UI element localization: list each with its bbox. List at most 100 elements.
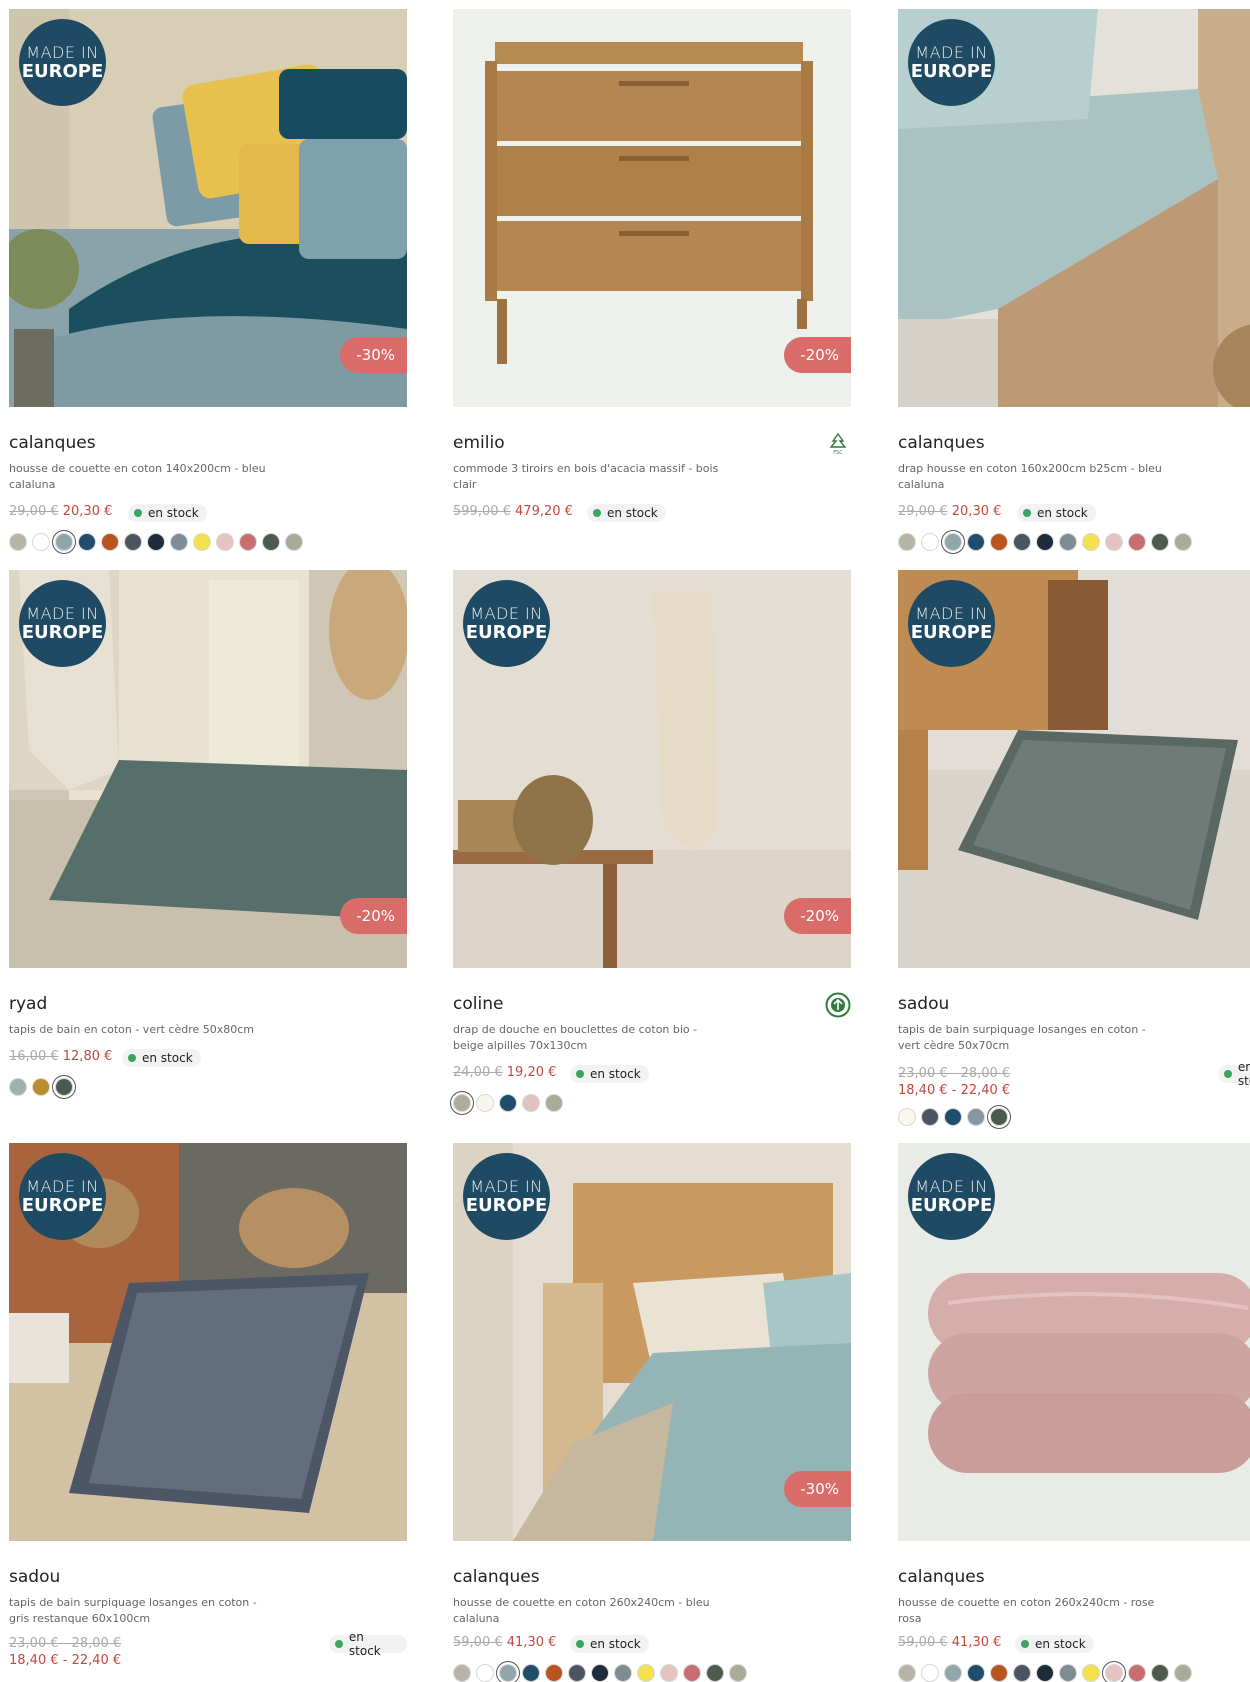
color-swatch[interactable] (614, 1664, 632, 1682)
color-swatch[interactable] (990, 1108, 1008, 1126)
color-swatch[interactable] (990, 533, 1008, 551)
color-swatch[interactable] (545, 1664, 563, 1682)
product-card[interactable]: -20% emilio FSC commode 3 tiroirs en boi… (453, 9, 851, 522)
color-swatch[interactable] (944, 1108, 962, 1126)
color-swatch[interactable] (55, 1078, 73, 1096)
color-swatch[interactable] (32, 1078, 50, 1096)
product-image[interactable]: MADE IN EUROPE (9, 1143, 407, 1541)
product-description: drap de douche en bouclettes de coton bi… (453, 1023, 698, 1052)
color-swatch[interactable] (967, 533, 985, 551)
product-name[interactable]: sadou (898, 994, 949, 1014)
product-name[interactable]: calanques (9, 433, 96, 453)
color-swatch[interactable] (898, 1108, 916, 1126)
color-swatch[interactable] (522, 1094, 540, 1112)
color-swatch[interactable] (568, 1664, 586, 1682)
color-swatch[interactable] (967, 1664, 985, 1682)
color-swatch[interactable] (1013, 533, 1031, 551)
color-swatch[interactable] (990, 1664, 1008, 1682)
color-swatch[interactable] (453, 1094, 471, 1112)
product-name[interactable]: sadou (9, 1567, 60, 1587)
color-swatch[interactable] (944, 533, 962, 551)
color-swatch[interactable] (9, 533, 27, 551)
color-swatch[interactable] (967, 1108, 985, 1126)
product-card[interactable]: MADE IN EUROPE -20% coline drap de douche… (453, 570, 851, 1112)
price-group: 16,00 € 12,80 € (9, 1049, 112, 1064)
color-swatch[interactable] (1151, 1664, 1169, 1682)
color-swatch[interactable] (1059, 533, 1077, 551)
product-image[interactable]: MADE IN EUROPE (898, 1143, 1250, 1541)
color-swatch[interactable] (1105, 533, 1123, 551)
color-swatch[interactable] (683, 1664, 701, 1682)
product-card[interactable]: MADE IN EUROPE sadou tapis de bain surpiq… (898, 570, 1250, 1126)
product-image[interactable]: -20% (453, 9, 851, 407)
color-swatch[interactable] (239, 533, 257, 551)
color-swatch[interactable] (216, 533, 234, 551)
stock-badge: en stock (329, 1630, 407, 1658)
color-swatch[interactable] (1082, 1664, 1100, 1682)
product-card[interactable]: MADE IN EUROPE sadou tapis de bain surpiq… (9, 1143, 407, 1668)
product-card[interactable]: MADE IN EUROPE -20% ryad tapis de bain en… (9, 570, 407, 1096)
color-swatch[interactable] (78, 533, 96, 551)
color-swatch[interactable] (921, 1108, 939, 1126)
old-price: 599,00 € (453, 504, 511, 519)
color-swatch[interactable] (1174, 533, 1192, 551)
product-card[interactable]: MADE IN EUROPE -30% calanques housse de c… (453, 1143, 851, 1682)
product-name[interactable]: ryad (9, 994, 47, 1014)
color-swatch[interactable] (522, 1664, 540, 1682)
product-image[interactable]: MADE IN EUROPE -20% (9, 570, 407, 968)
color-swatch[interactable] (147, 533, 165, 551)
color-swatch[interactable] (1059, 1664, 1077, 1682)
color-swatch[interactable] (637, 1664, 655, 1682)
color-swatch[interactable] (124, 533, 142, 551)
color-swatch[interactable] (101, 533, 119, 551)
color-swatch[interactable] (262, 533, 280, 551)
product-image[interactable]: MADE IN EUROPE -20% (453, 570, 851, 968)
product-name[interactable]: coline (453, 994, 503, 1014)
product-image[interactable]: MADE IN EUROPE -30% (453, 1143, 851, 1541)
price-group: 599,00 € 479,20 € (453, 504, 573, 519)
product-name[interactable]: calanques (453, 1567, 540, 1587)
color-swatch[interactable] (1082, 533, 1100, 551)
color-swatch[interactable] (591, 1664, 609, 1682)
color-swatch[interactable] (545, 1094, 563, 1112)
color-swatches (898, 1108, 1008, 1126)
color-swatch[interactable] (193, 533, 211, 551)
price-group: 59,00 € 41,30 € (898, 1635, 1001, 1650)
product-image[interactable]: MADE IN EUROPE -30% (9, 9, 407, 407)
product-card[interactable]: MADE IN EUROPE -30% calanques housse de c… (9, 9, 407, 551)
product-name[interactable]: calanques (898, 1567, 985, 1587)
color-swatch[interactable] (1036, 533, 1054, 551)
color-swatch[interactable] (1105, 1664, 1123, 1682)
color-swatch[interactable] (32, 533, 50, 551)
color-swatch[interactable] (706, 1664, 724, 1682)
product-image[interactable]: MADE IN EUROPE (898, 9, 1250, 407)
product-card[interactable]: MADE IN EUROPE calanques housse de couett… (898, 1143, 1250, 1682)
color-swatch[interactable] (499, 1094, 517, 1112)
color-swatch[interactable] (898, 533, 916, 551)
color-swatch[interactable] (285, 533, 303, 551)
old-price: 24,00 € (453, 1065, 503, 1080)
product-image[interactable]: MADE IN EUROPE (898, 570, 1250, 968)
color-swatch[interactable] (898, 1664, 916, 1682)
color-swatch[interactable] (1036, 1664, 1054, 1682)
color-swatch[interactable] (944, 1664, 962, 1682)
color-swatch[interactable] (499, 1664, 517, 1682)
color-swatch[interactable] (453, 1664, 471, 1682)
color-swatch[interactable] (55, 533, 73, 551)
color-swatch[interactable] (1151, 533, 1169, 551)
color-swatch[interactable] (921, 1664, 939, 1682)
color-swatch[interactable] (1128, 1664, 1146, 1682)
color-swatch[interactable] (476, 1094, 494, 1112)
color-swatch[interactable] (476, 1664, 494, 1682)
color-swatch[interactable] (9, 1078, 27, 1096)
color-swatch[interactable] (170, 533, 188, 551)
color-swatch[interactable] (921, 533, 939, 551)
color-swatch[interactable] (1128, 533, 1146, 551)
product-name[interactable]: calanques (898, 433, 985, 453)
color-swatch[interactable] (1174, 1664, 1192, 1682)
color-swatch[interactable] (660, 1664, 678, 1682)
color-swatch[interactable] (729, 1664, 747, 1682)
product-name[interactable]: emilio (453, 433, 505, 453)
color-swatch[interactable] (1013, 1664, 1031, 1682)
product-card[interactable]: MADE IN EUROPE calanques drap housse en c… (898, 9, 1250, 551)
